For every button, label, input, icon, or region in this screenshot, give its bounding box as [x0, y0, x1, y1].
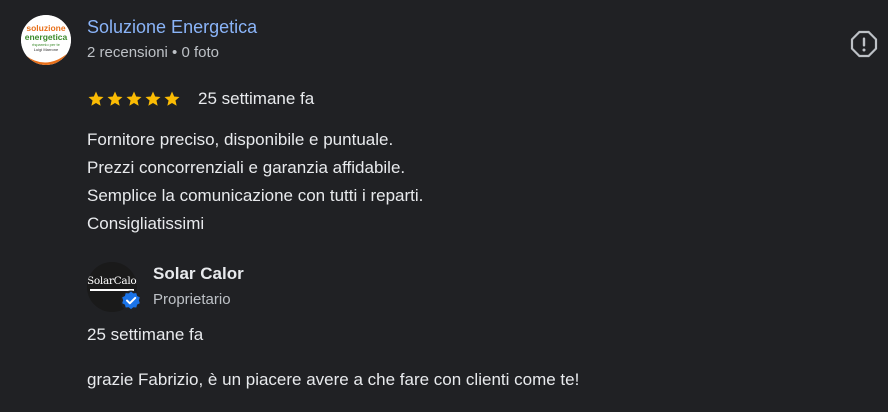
review-card: soluzione energetica risparmio per te Lu…: [0, 0, 888, 412]
owner-role: Proprietario: [153, 291, 231, 308]
logo-line-2: energetica: [25, 32, 68, 42]
owner-avatar-text: SolarCalor: [87, 275, 137, 287]
star-icon: [88, 91, 104, 106]
reviewer-name[interactable]: Soluzione Energetica: [87, 17, 257, 38]
reviewer-logo: soluzione energetica risparmio per te Lu…: [21, 15, 71, 65]
star-rating: [87, 90, 181, 108]
star-icon: [126, 91, 142, 106]
review-line: Semplice la comunicazione con tutti i re…: [87, 186, 424, 205]
review-line: Fornitore preciso, disponibile e puntual…: [87, 130, 394, 149]
response-date: 25 settimane fa: [87, 325, 204, 344]
review-line: Prezzi concorrenziali e garanzia affidab…: [87, 158, 406, 177]
star-icon: [164, 91, 180, 106]
star-icon: [107, 91, 123, 106]
star-icon: [145, 91, 161, 106]
verified-badge-icon: [120, 290, 142, 312]
report-icon: [850, 30, 878, 58]
rating-row: 25 settimane fa: [87, 88, 314, 110]
review-text: Fornitore preciso, disponibile e puntual…: [87, 126, 423, 238]
owner-name: Solar Calor: [153, 264, 244, 283]
review-line: Consigliatissimi: [87, 214, 205, 233]
logo-line-4: Luigi Marrone: [34, 47, 59, 52]
review-date: 25 settimane fa: [198, 89, 315, 108]
response-text: grazie Fabrizio, è un piacere avere a ch…: [87, 370, 580, 389]
report-button[interactable]: [850, 30, 878, 58]
reviewer-meta: 2 recensioni • 0 foto: [87, 44, 219, 61]
reviewer-avatar[interactable]: soluzione energetica risparmio per te Lu…: [21, 15, 71, 65]
